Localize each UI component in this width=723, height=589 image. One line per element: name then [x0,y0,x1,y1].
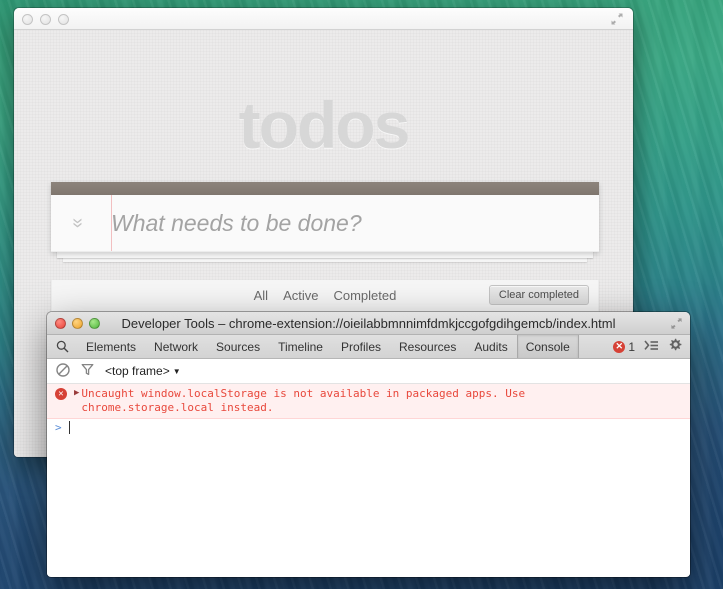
todo-window-controls [22,14,69,25]
chevron-double-down-icon[interactable]: » [68,199,88,248]
console-error-text: Uncaught window.localStorage is not avai… [81,387,525,415]
tab-timeline[interactable]: Timeline [269,335,332,358]
tab-sources[interactable]: Sources [207,335,269,358]
new-todo-row: » [51,195,599,252]
text-caret [69,421,70,434]
console-error-message[interactable]: ✕ ▶ Uncaught window.localStorage is not … [47,384,690,419]
tab-resources[interactable]: Resources [390,335,465,358]
devtools-titlebar[interactable]: Developer Tools – chrome-extension://oie… [47,312,690,335]
devtools-toolbar-right: ✕ 1 [613,335,690,358]
devtools-window: Developer Tools – chrome-extension://oie… [47,312,690,577]
error-badge[interactable]: ✕ 1 [613,340,635,354]
minimize-button[interactable] [40,14,51,25]
drawer-toggle-icon[interactable] [644,339,659,355]
chevron-down-icon: ▼ [173,367,181,376]
search-icon[interactable] [47,335,77,358]
devtools-window-controls [55,318,100,329]
fullscreen-arrows-icon[interactable] [610,12,624,26]
prompt-arrow-icon: > [55,421,62,434]
error-circle-icon: ✕ [55,388,67,400]
tab-audits[interactable]: Audits [465,335,516,358]
error-count: 1 [628,340,635,354]
tab-profiles[interactable]: Profiles [332,335,390,358]
clear-completed-button[interactable]: Clear completed [489,285,589,305]
tab-elements[interactable]: Elements [77,335,145,358]
console-output[interactable]: ✕ ▶ Uncaught window.localStorage is not … [47,384,690,575]
todo-list-card: » [51,182,599,252]
tab-network[interactable]: Network [145,335,207,358]
minimize-button[interactable] [72,318,83,329]
error-circle-icon: ✕ [613,341,625,353]
filter-completed[interactable]: Completed [330,287,399,304]
page-title: todos [14,30,633,158]
devtools-window-title: Developer Tools – chrome-extension://oie… [47,316,690,331]
no-entry-icon[interactable] [56,363,70,380]
todo-app-titlebar[interactable] [14,8,633,30]
close-button[interactable] [22,14,33,25]
todo-card-topbar [51,182,599,195]
todo-filters: All Active Completed [251,287,400,304]
desktop-wallpaper: todos » All Active Completed Clear compl… [0,0,723,589]
tab-console[interactable]: Console [517,335,579,358]
margin-rule-line [111,195,112,251]
zoom-button[interactable] [58,14,69,25]
close-button[interactable] [55,318,66,329]
filter-all[interactable]: All [251,287,271,304]
execution-context-selector[interactable]: <top frame> ▼ [105,364,181,378]
gear-icon[interactable] [668,338,682,355]
disclosure-triangle-icon[interactable]: ▶ [74,388,79,398]
filter-active[interactable]: Active [280,287,321,304]
console-prompt-row[interactable]: > [47,419,690,436]
execution-context-label: <top frame> [105,364,170,378]
fullscreen-arrows-icon[interactable] [670,317,683,330]
new-todo-input[interactable] [105,210,599,237]
funnel-icon[interactable] [81,363,94,379]
todo-footer: All Active Completed Clear completed [51,280,599,312]
console-filter-bar: <top frame> ▼ [47,359,690,384]
devtools-tabbar: Elements Network Sources Timeline Profil… [47,335,690,359]
zoom-button[interactable] [89,318,100,329]
